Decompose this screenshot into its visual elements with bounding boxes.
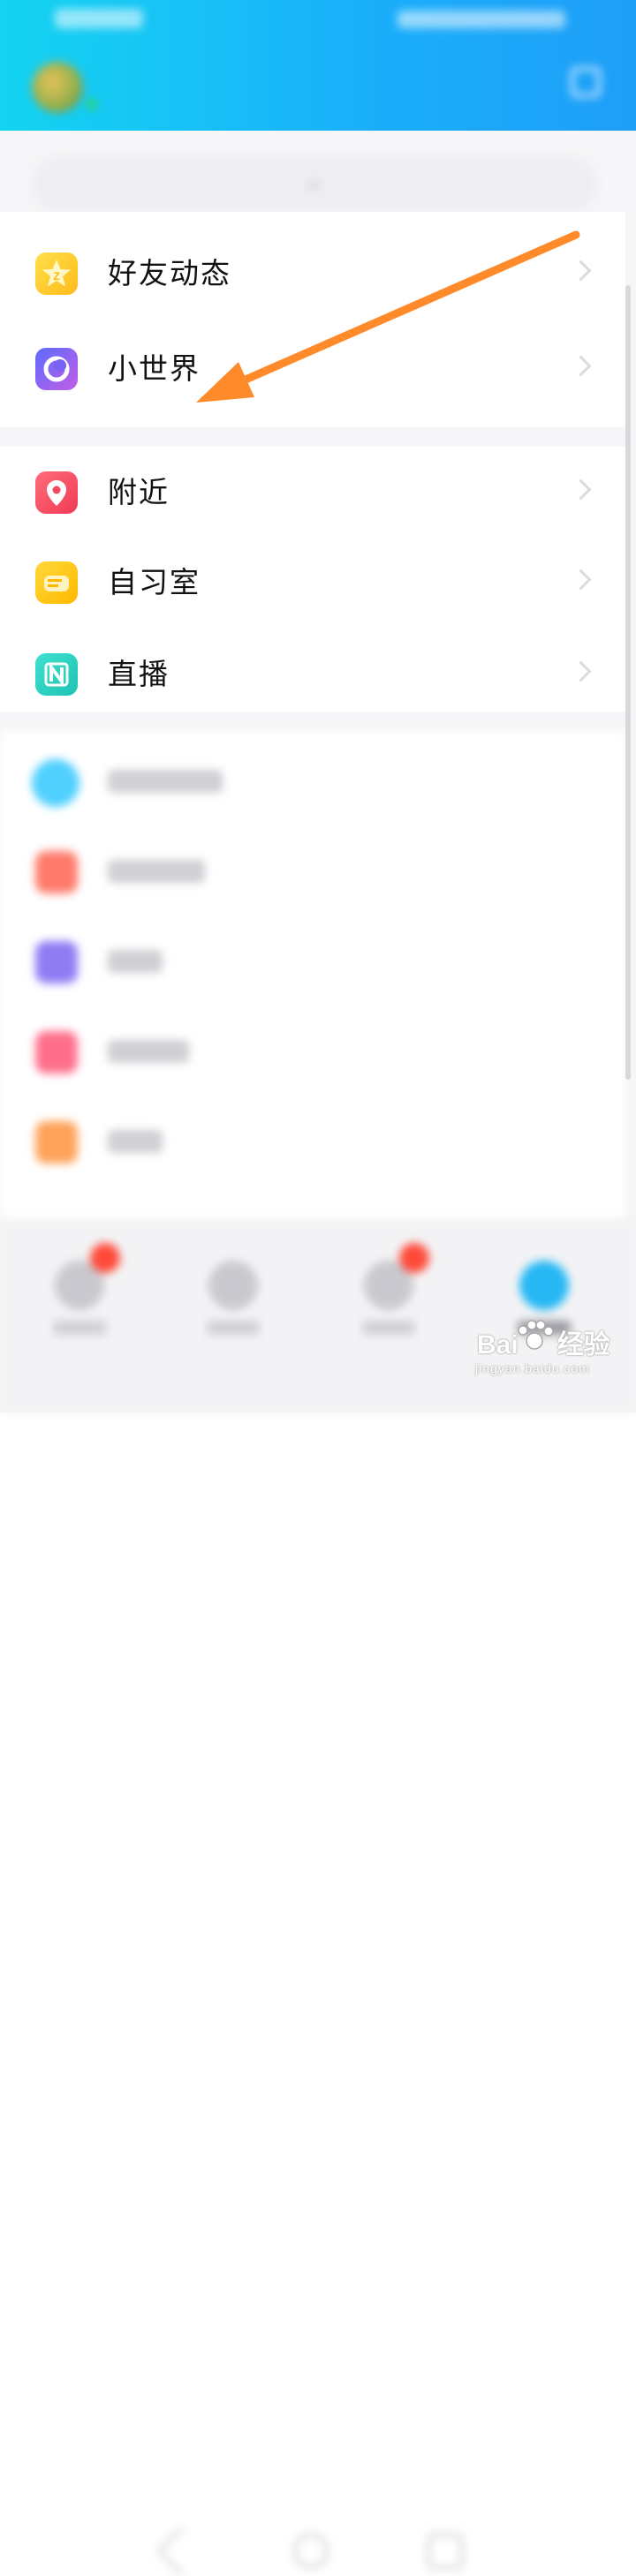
edit-icon[interactable] (571, 67, 601, 97)
online-status-dot (87, 99, 97, 109)
status-time (55, 9, 143, 28)
label-placeholder (108, 770, 223, 793)
search-icon: ⌕ (308, 172, 321, 196)
status-indicators (398, 11, 565, 28)
home-button[interactable] (293, 2534, 329, 2569)
chevron-right-icon (570, 478, 592, 501)
list-item-label: 好友动态 (108, 256, 231, 290)
tab-label-placeholder (362, 1321, 415, 1335)
list-item-vip[interactable] (0, 826, 625, 918)
planet-icon (35, 348, 78, 390)
section-more (0, 731, 625, 1225)
contacts-icon[interactable] (208, 1261, 258, 1310)
explore-icon[interactable] (519, 1261, 569, 1310)
notification-badge (90, 1243, 120, 1273)
tab-label-placeholder (53, 1321, 106, 1335)
chevron-right-icon (570, 355, 592, 377)
section-discover: 附近 自习室 直播 (0, 447, 625, 712)
list-item-label: 直播 (108, 657, 170, 691)
list-item-label: 附近 (108, 475, 170, 509)
list-item-game-center[interactable] (0, 1006, 625, 1098)
list-item-music[interactable] (0, 1096, 625, 1188)
recents-button[interactable] (428, 2534, 463, 2569)
star-icon: Z (35, 252, 78, 295)
chevron-right-icon (570, 660, 592, 682)
list-item-live[interactable]: 直播 (0, 629, 625, 720)
bottom-nav (0, 1218, 636, 2576)
label-placeholder (108, 1040, 189, 1063)
music-icon (35, 1121, 78, 1164)
tab-label-placeholder (207, 1321, 260, 1335)
scrollbar[interactable] (625, 285, 631, 1080)
app-header (0, 0, 636, 131)
back-button[interactable] (156, 2526, 208, 2576)
avatar-icon[interactable] (32, 62, 83, 113)
vip-icon (35, 851, 78, 893)
list-item-nearby[interactable]: 附近 (0, 447, 625, 539)
game-icon (32, 759, 80, 807)
section-social: Z 好友动态 小世界 (0, 212, 625, 427)
live-n-icon (35, 653, 78, 696)
watermark-brand: Bai 经验 (477, 1330, 610, 1360)
list-item-mall[interactable] (0, 916, 625, 1008)
label-placeholder (108, 1130, 163, 1153)
notification-badge (399, 1243, 429, 1273)
location-pin-icon (35, 471, 78, 514)
cat-icon (35, 561, 78, 604)
mall-icon (35, 941, 78, 983)
list-item-small-world[interactable]: 小世界 (0, 323, 625, 415)
status-bar (0, 0, 636, 42)
watermark-url: jingyan.baidu.com (475, 1361, 590, 1375)
label-placeholder (108, 860, 205, 883)
chevron-right-icon (570, 260, 592, 282)
svg-text:Z: Z (53, 270, 59, 282)
list-item-study-room[interactable]: 自习室 (0, 537, 625, 629)
search-bar[interactable]: ⌕ (32, 157, 597, 212)
label-placeholder (108, 950, 163, 973)
game-center-icon (35, 1031, 78, 1073)
chevron-right-icon (570, 569, 592, 591)
list-item-friends-feed[interactable]: Z 好友动态 (0, 228, 625, 320)
list-item-label: 自习室 (108, 565, 201, 599)
list-item-game[interactable] (0, 736, 625, 828)
list-item-label: 小世界 (108, 351, 201, 386)
